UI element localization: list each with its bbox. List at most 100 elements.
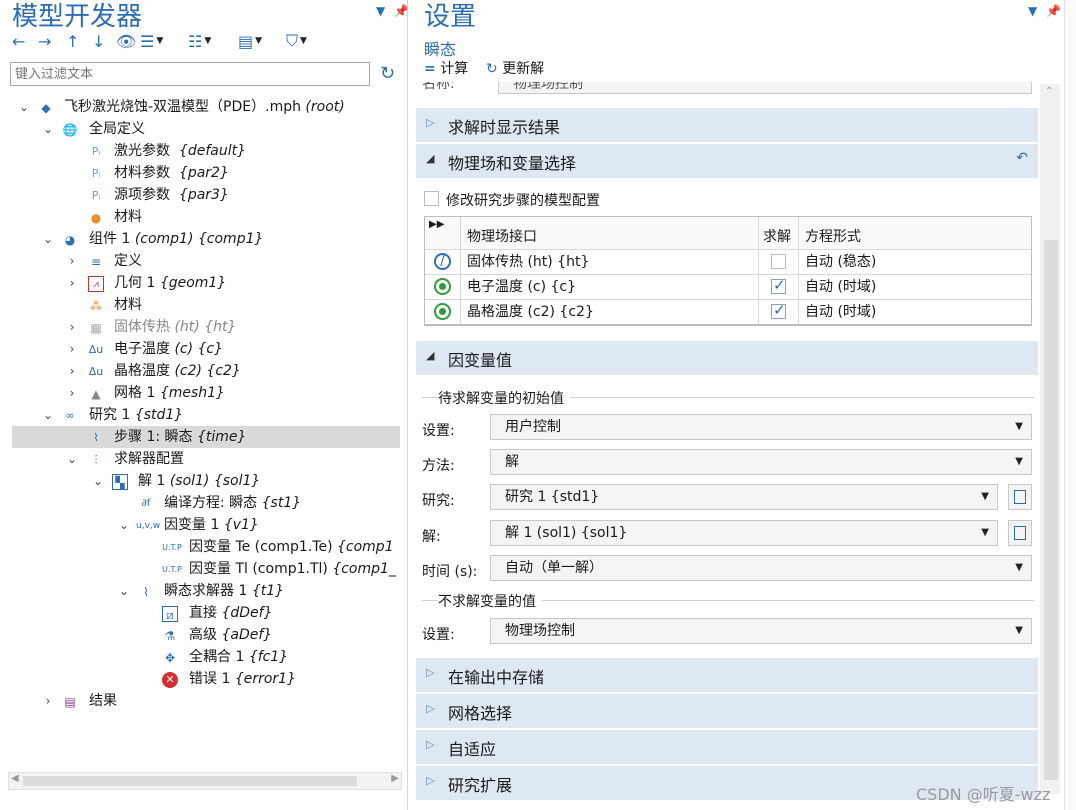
tree-item-dep-var-te[interactable]: U.T.P 因变量 Te (comp1.Te) {comp1	[0, 536, 400, 558]
view-options-icon[interactable]: ▤ ▼	[238, 30, 262, 52]
scroll-left-icon[interactable]: ◀	[11, 773, 19, 784]
move-down-icon[interactable]: ↓	[92, 30, 105, 52]
expand-icon[interactable]: ›	[66, 360, 78, 382]
expand-icon[interactable]: ›	[66, 382, 78, 404]
nav-back-icon[interactable]: ←	[12, 30, 25, 52]
vertical-scrollbar[interactable]: ⌃	[1040, 84, 1060, 794]
tree-item-time-solver[interactable]: ⌄ ⌇ 瞬态求解器 1 {t1}	[0, 580, 400, 602]
tree-item-solution[interactable]: ⌄ ▚ 解 1 (sol1) {sol1}	[0, 470, 400, 492]
table-row[interactable]: 晶格温度 (c2) {c2} 自动 (时域)	[425, 300, 1031, 325]
study-label: 研究:	[422, 493, 455, 509]
filter-icon[interactable]: ⛉ ▼	[286, 30, 307, 52]
tree-item-electron-temp[interactable]: › Δu 电子温度 (c) {c}	[0, 338, 400, 360]
solve-checkbox[interactable]	[771, 276, 786, 294]
tree-item-materials[interactable]: ⁂ 材料	[0, 294, 400, 316]
expand-sections-icon[interactable]: ☰ ▼	[140, 30, 163, 52]
pin-icon[interactable]: 📌	[394, 4, 407, 18]
name-field[interactable]: 物理场控制	[498, 82, 1032, 94]
tree-item-dep-vars[interactable]: ⌄ u,v,w 因变量 1 {v1}	[0, 514, 400, 536]
table-row[interactable]: / 固体传热 (ht) {ht} 自动 (稳态)	[425, 250, 1031, 275]
tree-item-results[interactable]: › ▤ 结果	[0, 690, 400, 712]
section-dependent-values[interactable]: ◢ 因变量值	[416, 341, 1038, 375]
collapse-icon[interactable]: ⌄	[42, 404, 54, 426]
collapse-sections-icon[interactable]: ☷ ▼	[188, 30, 211, 52]
section-show-results[interactable]: ▷ 求解时显示结果	[416, 108, 1038, 142]
tree-item-error[interactable]: ✕ 错误 1 {error1}	[0, 668, 400, 690]
method-select[interactable]: 解 ▼	[490, 449, 1032, 475]
unsolved-setting-select[interactable]: 物理场控制 ▼	[490, 618, 1032, 644]
expand-icon[interactable]: ›	[66, 316, 78, 338]
tree-item-direct[interactable]: ⧄ 直接 {dDef}	[0, 602, 400, 624]
nav-forward-icon[interactable]: →	[38, 30, 51, 52]
tree-item-root[interactable]: ⌄ ◆ 飞秒激光烧蚀-双温模型（PDE）.mph (root)	[0, 96, 400, 118]
setting-select[interactable]: 用户控制 ▼	[490, 414, 1032, 440]
show-icon[interactable]: 👁	[116, 30, 136, 52]
tree-item-label: 几何 1	[114, 275, 156, 291]
collapse-icon[interactable]: ⌄	[118, 580, 130, 602]
tree-item-dep-var-tl[interactable]: U.T.P 因变量 Tl (comp1.Tl) {comp1_	[0, 558, 400, 580]
refresh-icon[interactable]: ↻	[380, 63, 395, 84]
equation-form[interactable]: 自动 (稳态)	[805, 251, 876, 271]
tree-item-param2[interactable]: Pᵢ 材料参数 {par2}	[0, 162, 400, 184]
collapse-icon[interactable]: ⌄	[118, 514, 130, 536]
solve-checkbox[interactable]	[771, 254, 786, 269]
tree-item-geometry[interactable]: › ⩘ 几何 1 {geom1}	[0, 272, 400, 294]
compute-button[interactable]: = 计算	[424, 58, 468, 78]
fast-forward-icon[interactable]: ▶▶	[429, 219, 444, 230]
update-solution-button[interactable]: ↻ 更新解	[486, 58, 544, 78]
tree-item-mesh[interactable]: › ▲ 网格 1 {mesh1}	[0, 382, 400, 404]
section-store-output[interactable]: ▷ 在输出中存储	[416, 658, 1038, 692]
collapse-icon[interactable]: ⌄	[92, 470, 104, 492]
table-row[interactable]: 电子温度 (c) {c} 自动 (时域)	[425, 275, 1031, 300]
time-select[interactable]: 自动（单一解） ▼	[490, 555, 1032, 581]
tree-item-component[interactable]: ⌄ ◕ 组件 1 (comp1) {comp1}	[0, 228, 400, 250]
tree-item-fully-coupled[interactable]: ✥ 全耦合 1 {fc1}	[0, 646, 400, 668]
collapse-icon[interactable]: ⌄	[66, 448, 78, 470]
tree-item-heat-transfer[interactable]: › ▦ 固体传热 (ht) {ht}	[0, 316, 400, 338]
tree-item-global-materials[interactable]: ● 材料	[0, 206, 400, 228]
pin-icon[interactable]: 📌	[1046, 4, 1061, 18]
tree-item-study[interactable]: ⌄ ∞ 研究 1 {std1}	[0, 404, 400, 426]
reset-icon[interactable]: ↶	[1016, 150, 1028, 166]
solve-checkbox[interactable]	[771, 301, 786, 319]
scroll-up-icon[interactable]: ⌃	[1045, 86, 1053, 97]
collapse-icon[interactable]: ⌄	[42, 228, 54, 250]
move-up-icon[interactable]: ↑	[66, 30, 79, 52]
pane-menu-icon[interactable]: ▼	[376, 4, 385, 18]
expand-icon[interactable]: ›	[42, 690, 54, 712]
section-title: 自适应	[448, 740, 497, 759]
expand-icon[interactable]: ›	[66, 338, 78, 360]
scroll-thumb[interactable]	[23, 776, 357, 786]
equation-form[interactable]: 自动 (时域)	[805, 276, 876, 296]
tree-item-solver-config[interactable]: ⌄ ⫶ 求解器配置	[0, 448, 400, 470]
section-physics[interactable]: ◢ 物理场和变量选择 ↶	[416, 144, 1038, 178]
horizontal-scrollbar[interactable]: ◀ ▶	[8, 772, 402, 790]
solution-go-to-button[interactable]	[1008, 520, 1032, 546]
tree-item-compile[interactable]: ∂f 编译方程: 瞬态 {st1}	[0, 492, 400, 514]
scroll-thumb[interactable]	[1044, 240, 1058, 780]
solution-select[interactable]: 解 1 (sol1) {sol1} ▼	[490, 520, 998, 546]
equation-form[interactable]: 自动 (时域)	[805, 301, 876, 321]
tree-item-global[interactable]: ⌄ 🌐 全局定义	[0, 118, 400, 140]
collapse-icon[interactable]: ⌄	[18, 96, 30, 118]
tree-item-step[interactable]: ⌇ 步骤 1: 瞬态 {time}	[12, 426, 400, 448]
filter-input[interactable]	[10, 62, 370, 86]
section-adaptation[interactable]: ▷ 自适应	[416, 730, 1038, 764]
pane-menu-icon[interactable]: ▼	[1028, 4, 1037, 18]
collapse-icon[interactable]: ⌄	[42, 118, 54, 140]
expand-icon[interactable]: ›	[66, 272, 78, 294]
checkbox-icon[interactable]	[424, 191, 439, 206]
scroll-right-icon[interactable]: ▶	[391, 773, 399, 784]
mesh-icon: ▲	[91, 387, 101, 401]
header-toggle[interactable]: ▶▶	[425, 217, 461, 249]
section-mesh-selection[interactable]: ▷ 网格选择	[416, 694, 1038, 728]
tree-item-param3[interactable]: Pᵢ 源项参数 {par3}	[0, 184, 400, 206]
tree-item-lattice-temp[interactable]: › Δu 晶格温度 (c2) {c2}	[0, 360, 400, 382]
study-go-to-button[interactable]	[1008, 484, 1032, 510]
study-select[interactable]: 研究 1 {std1} ▼	[490, 484, 998, 510]
tree-item-advanced[interactable]: ⚗ 高级 {aDef}	[0, 624, 400, 646]
tree-item-definitions[interactable]: › ≡ 定义	[0, 250, 400, 272]
tree-item-param1[interactable]: Pᵢ 激光参数 {default}	[0, 140, 400, 162]
expand-icon[interactable]: ›	[66, 250, 78, 272]
tree-item-label: 电子温度	[114, 341, 170, 357]
